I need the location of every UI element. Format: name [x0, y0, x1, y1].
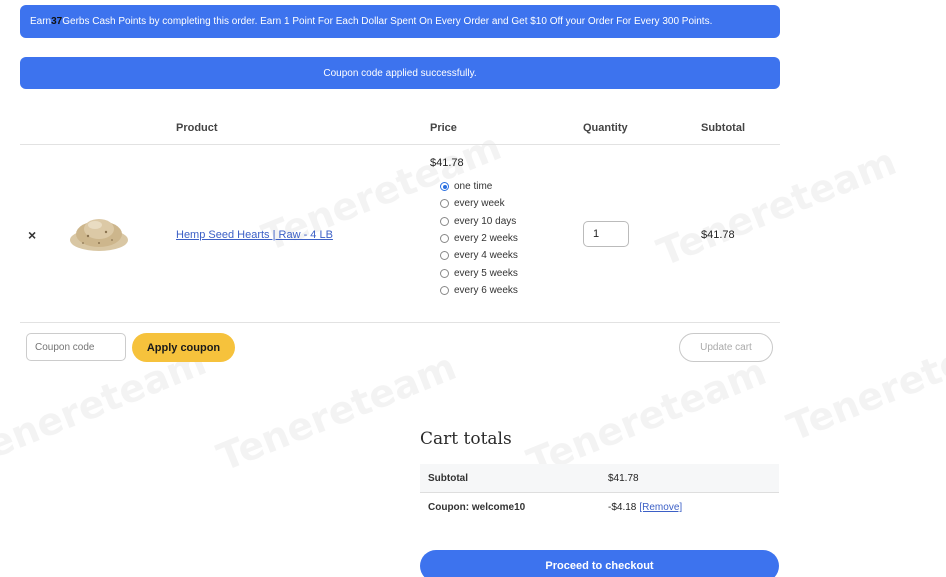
- coupon-applied-notice: Coupon code applied successfully.: [20, 57, 780, 89]
- schedule-option-label: every week: [454, 198, 505, 210]
- watermark: Tenereteam: [211, 344, 462, 480]
- schedule-option[interactable]: every 4 weeks: [440, 247, 518, 264]
- radio-selected-icon[interactable]: [440, 182, 449, 192]
- header-subtotal: Subtotal: [701, 122, 745, 134]
- totals-subtotal-value: $41.78: [608, 472, 639, 484]
- schedule-option-label: every 2 weeks: [454, 233, 518, 245]
- radio-icon[interactable]: [440, 216, 449, 226]
- schedule-option-label: one time: [454, 181, 493, 193]
- header-product: Product: [176, 122, 218, 134]
- schedule-option-label: every 10 days: [454, 215, 517, 227]
- schedule-option[interactable]: every 6 weeks: [440, 282, 518, 299]
- totals-coupon-row: Coupon: welcome10 -$4.18 [Remove]: [420, 493, 779, 522]
- coupon-code-input[interactable]: [26, 333, 126, 361]
- points-prefix: Earn: [30, 16, 52, 27]
- hemp-seed-product-image[interactable]: [68, 210, 130, 254]
- product-name-link[interactable]: Hemp Seed Hearts | Raw - 4 LB: [176, 229, 333, 241]
- proceed-to-checkout-button[interactable]: Proceed to checkout: [420, 550, 779, 577]
- purchase-schedule-options: one time every week every 10 days every …: [440, 178, 518, 299]
- points-notice: Earn 37 Gerbs Cash Points by completing …: [20, 5, 780, 38]
- points-suffix: Gerbs Cash Points by completing this ord…: [62, 16, 713, 27]
- schedule-option[interactable]: every week: [440, 195, 518, 212]
- remove-coupon-link[interactable]: [Remove]: [639, 502, 682, 513]
- item-subtotal: $41.78: [701, 229, 735, 241]
- points-value: 37: [51, 16, 63, 27]
- schedule-option-label: every 4 weeks: [454, 250, 518, 262]
- radio-icon[interactable]: [440, 268, 449, 278]
- totals-subtotal-row: Subtotal $41.78: [420, 464, 779, 493]
- schedule-option[interactable]: one time: [440, 178, 518, 195]
- schedule-option-label: every 5 weeks: [454, 267, 518, 279]
- watermark: Tenereteam: [781, 314, 946, 450]
- schedule-option-label: every 6 weeks: [454, 284, 518, 296]
- schedule-option[interactable]: every 2 weeks: [440, 230, 518, 247]
- totals-coupon-label: Coupon: welcome10: [428, 502, 526, 513]
- radio-icon[interactable]: [440, 199, 449, 209]
- totals-coupon-value: -$4.18: [608, 502, 637, 513]
- remove-item-icon[interactable]: ×: [28, 227, 36, 243]
- update-cart-button[interactable]: Update cart: [679, 333, 773, 362]
- totals-coupon-value-group: -$4.18 [Remove]: [608, 502, 682, 513]
- totals-subtotal-label: Subtotal: [428, 472, 468, 484]
- apply-coupon-button[interactable]: Apply coupon: [132, 333, 235, 362]
- radio-icon[interactable]: [440, 251, 449, 261]
- radio-icon[interactable]: [440, 234, 449, 244]
- cart-totals-table: Subtotal $41.78 Coupon: welcome10 -$4.18…: [420, 464, 779, 522]
- cart-table-header: Product Price Quantity Subtotal: [20, 112, 780, 145]
- schedule-option[interactable]: every 5 weeks: [440, 264, 518, 281]
- item-price: $41.78: [430, 157, 464, 169]
- coupon-applied-text: Coupon code applied successfully.: [323, 67, 477, 79]
- cart-totals-title: Cart totals: [420, 429, 512, 449]
- radio-icon[interactable]: [440, 285, 449, 295]
- header-price: Price: [430, 122, 457, 134]
- schedule-option[interactable]: every 10 days: [440, 213, 518, 230]
- header-quantity: Quantity: [583, 122, 628, 134]
- cart-item-row: × Hemp Seed Hearts | Raw - 4 LB $41.78 o…: [20, 145, 780, 323]
- quantity-input[interactable]: 1: [583, 221, 629, 247]
